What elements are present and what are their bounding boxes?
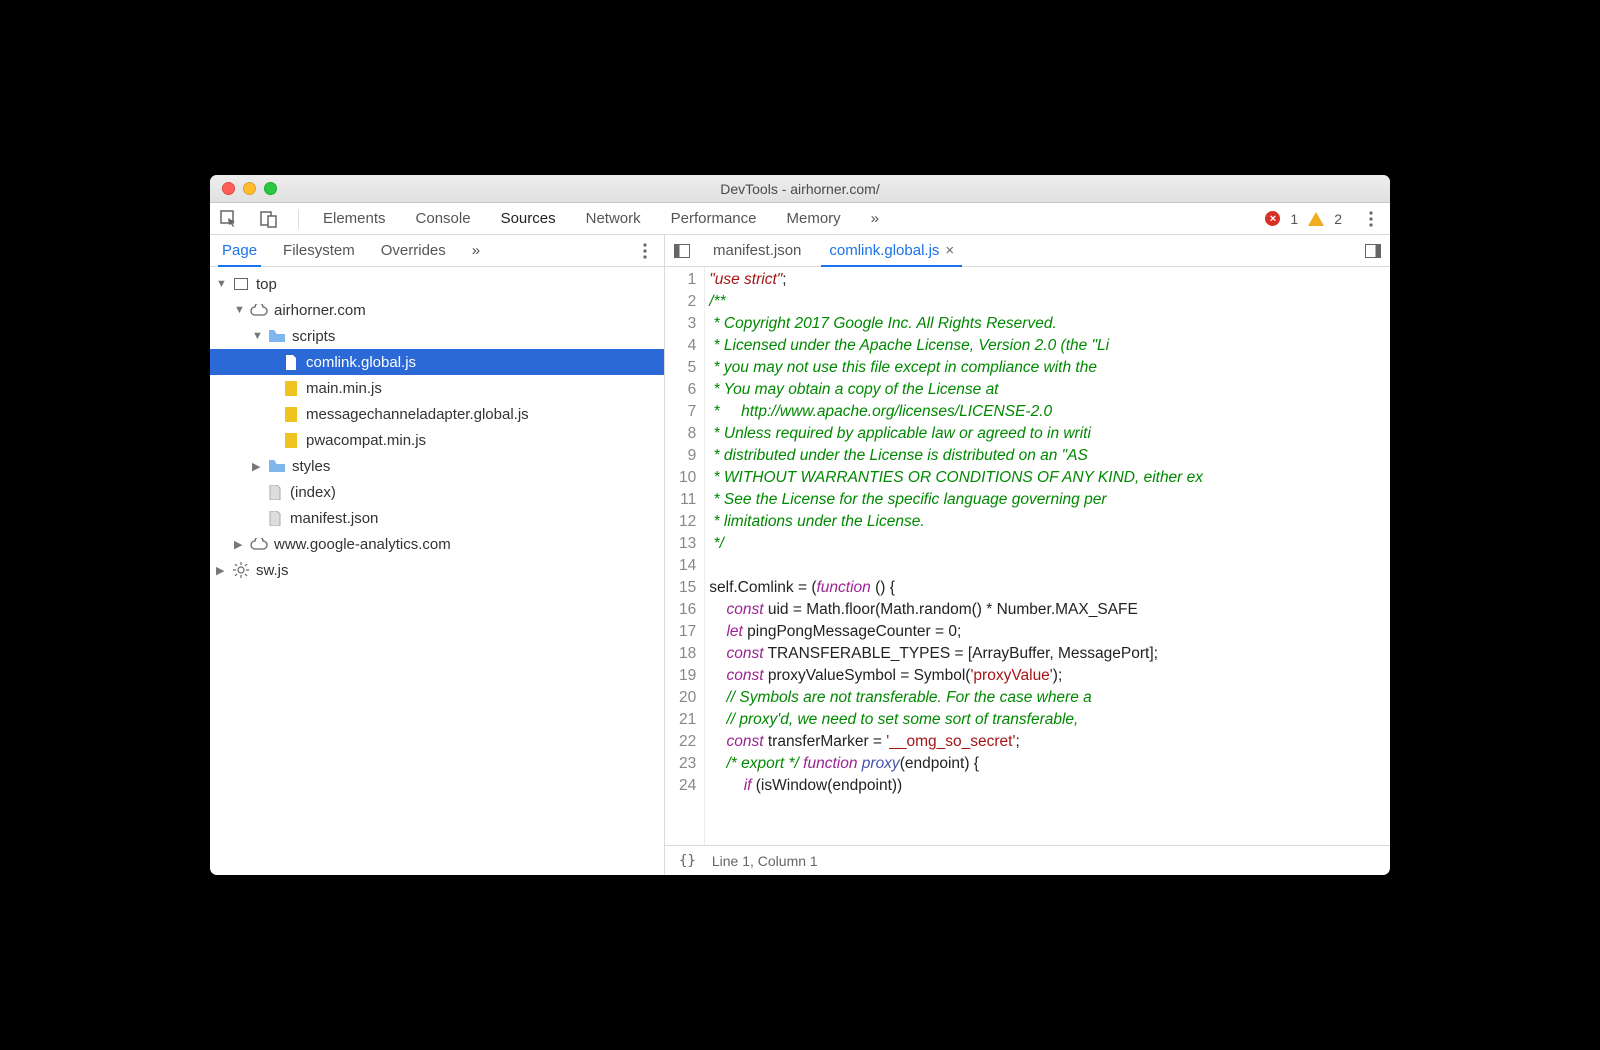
warning-count: 2 (1334, 211, 1342, 227)
chevron-right-icon: ▶ (234, 538, 244, 551)
show-navigator-icon[interactable] (671, 240, 693, 262)
chevron-right-icon: ▶ (252, 460, 262, 473)
folder-icon (268, 330, 286, 342)
tree-label: messagechanneladapter.global.js (306, 406, 529, 423)
js-file-icon (282, 381, 300, 396)
body: Page Filesystem Overrides » ▼ top ▼ (210, 235, 1390, 875)
devtools-window: DevTools - airhorner.com/ Elements Conso… (210, 175, 1390, 875)
editor-tab-label: manifest.json (713, 242, 801, 259)
close-tab-icon[interactable]: × (945, 242, 954, 259)
tree-label: scripts (292, 328, 335, 345)
file-icon (266, 511, 284, 526)
tree-label: pwacompat.min.js (306, 432, 426, 449)
sidebar-tabs-overflow[interactable]: » (468, 236, 484, 265)
window-title: DevTools - airhorner.com/ (210, 181, 1390, 197)
chevron-down-icon: ▼ (234, 304, 244, 316)
chevron-down-icon: ▼ (216, 278, 226, 290)
window-zoom-button[interactable] (264, 182, 277, 195)
tree-file-index[interactable]: (index) (210, 479, 664, 505)
tree-domain-ga[interactable]: ▶ www.google-analytics.com (210, 531, 664, 557)
tab-memory[interactable]: Memory (781, 204, 847, 233)
toolbar-menu-icon[interactable] (1360, 208, 1382, 230)
tree-top[interactable]: ▼ top (210, 271, 664, 297)
tree-file-messagechannel[interactable]: messagechanneladapter.global.js (210, 401, 664, 427)
tree-label: styles (292, 458, 330, 475)
sidebar-tab-page[interactable]: Page (218, 236, 261, 267)
editor-tabs: manifest.json comlink.global.js × (665, 235, 1390, 267)
js-file-icon (282, 433, 300, 448)
warning-icon (1308, 212, 1324, 226)
sidebar-menu-icon[interactable] (634, 240, 656, 262)
file-icon (282, 355, 300, 370)
tree-label: airhorner.com (274, 302, 366, 319)
editor-area: manifest.json comlink.global.js × 123456… (665, 235, 1390, 875)
folder-icon (268, 460, 286, 472)
tree-file-pwacompat[interactable]: pwacompat.min.js (210, 427, 664, 453)
tree-file-manifest[interactable]: manifest.json (210, 505, 664, 531)
tree-label: (index) (290, 484, 336, 501)
tree-file-main[interactable]: main.min.js (210, 375, 664, 401)
cloud-icon (250, 538, 268, 550)
divider (298, 209, 299, 229)
sources-sidebar: Page Filesystem Overrides » ▼ top ▼ (210, 235, 665, 875)
inspect-element-icon[interactable] (218, 208, 240, 230)
tree-label: top (256, 276, 277, 293)
show-debugger-icon[interactable] (1362, 240, 1384, 262)
tab-performance[interactable]: Performance (665, 204, 763, 233)
main-toolbar: Elements Console Sources Network Perform… (210, 203, 1390, 235)
frame-icon (232, 278, 250, 290)
tree-serviceworker[interactable]: ▶ sw.js (210, 557, 664, 583)
cursor-position: Line 1, Column 1 (712, 853, 818, 869)
file-icon (266, 485, 284, 500)
titlebar: DevTools - airhorner.com/ (210, 175, 1390, 203)
tabs-overflow[interactable]: » (865, 204, 885, 233)
device-toolbar-icon[interactable] (258, 208, 280, 230)
tab-network[interactable]: Network (580, 204, 647, 233)
sidebar-tabs: Page Filesystem Overrides » (210, 235, 664, 267)
traffic-lights (210, 182, 277, 195)
code-editor[interactable]: 123456789101112131415161718192021222324 … (665, 267, 1390, 845)
tree-label: main.min.js (306, 380, 382, 397)
tree-label: manifest.json (290, 510, 378, 527)
cloud-icon (250, 304, 268, 316)
tab-elements[interactable]: Elements (317, 204, 392, 233)
gear-icon (232, 562, 250, 578)
tree-label: sw.js (256, 562, 289, 579)
editor-tab-manifest[interactable]: manifest.json (705, 236, 809, 265)
error-icon: × (1265, 211, 1280, 226)
tree-domain-airhorner[interactable]: ▼ airhorner.com (210, 297, 664, 323)
chevron-down-icon: ▼ (252, 330, 262, 342)
editor-statusbar: {} Line 1, Column 1 (665, 845, 1390, 875)
tree-folder-styles[interactable]: ▶ styles (210, 453, 664, 479)
tree-label: comlink.global.js (306, 354, 416, 371)
editor-tab-comlink[interactable]: comlink.global.js × (821, 236, 962, 267)
window-close-button[interactable] (222, 182, 235, 195)
pretty-print-icon[interactable]: {} (679, 853, 696, 869)
code-content: "use strict";/** * Copyright 2017 Google… (705, 267, 1390, 845)
tab-sources[interactable]: Sources (495, 204, 562, 233)
sidebar-tab-overrides[interactable]: Overrides (377, 236, 450, 265)
js-file-icon (282, 407, 300, 422)
tab-console[interactable]: Console (410, 204, 477, 233)
sidebar-tab-filesystem[interactable]: Filesystem (279, 236, 359, 265)
error-count: 1 (1290, 211, 1298, 227)
tree-label: www.google-analytics.com (274, 536, 451, 553)
tree-folder-scripts[interactable]: ▼ scripts (210, 323, 664, 349)
file-tree: ▼ top ▼ airhorner.com ▼ scripts comlink.… (210, 267, 664, 875)
editor-tab-label: comlink.global.js (829, 242, 939, 259)
line-gutter: 123456789101112131415161718192021222324 (665, 267, 705, 845)
chevron-right-icon: ▶ (216, 564, 226, 577)
tree-file-comlink[interactable]: comlink.global.js (210, 349, 664, 375)
issue-counts[interactable]: × 1 2 (1265, 211, 1342, 227)
window-minimize-button[interactable] (243, 182, 256, 195)
